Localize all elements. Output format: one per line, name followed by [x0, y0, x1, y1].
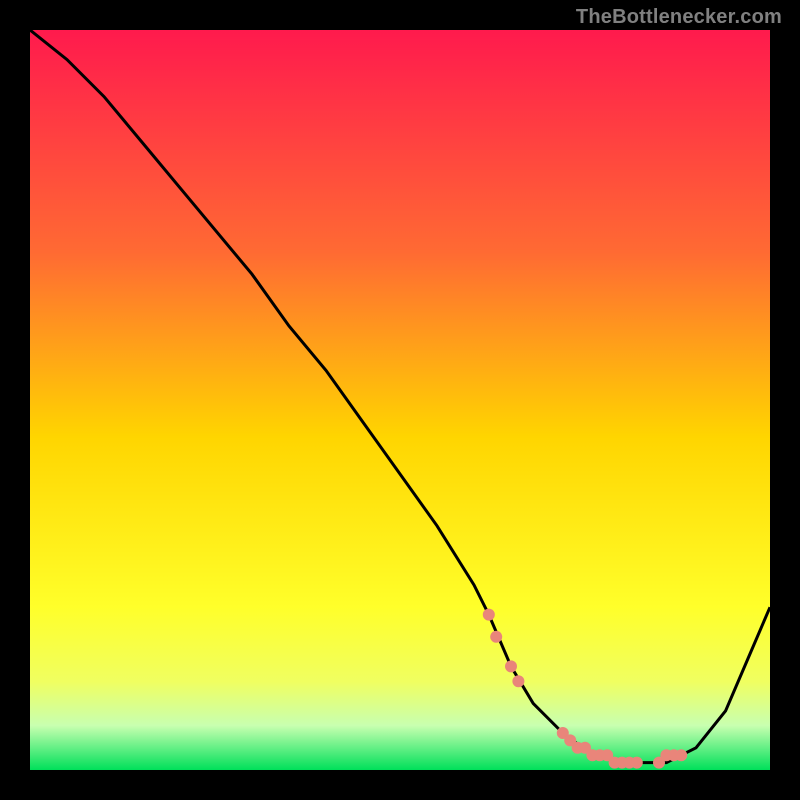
bottleneck-chart	[30, 30, 770, 770]
chart-frame: TheBottlenecker.com	[0, 0, 800, 800]
curve-marker	[675, 749, 687, 761]
attribution-label: TheBottlenecker.com	[576, 6, 782, 29]
curve-marker	[505, 660, 517, 672]
curve-marker	[483, 609, 495, 621]
curve-marker	[512, 675, 524, 687]
curve-marker	[490, 631, 502, 643]
curve-marker	[631, 757, 643, 769]
plot-area	[30, 30, 770, 770]
